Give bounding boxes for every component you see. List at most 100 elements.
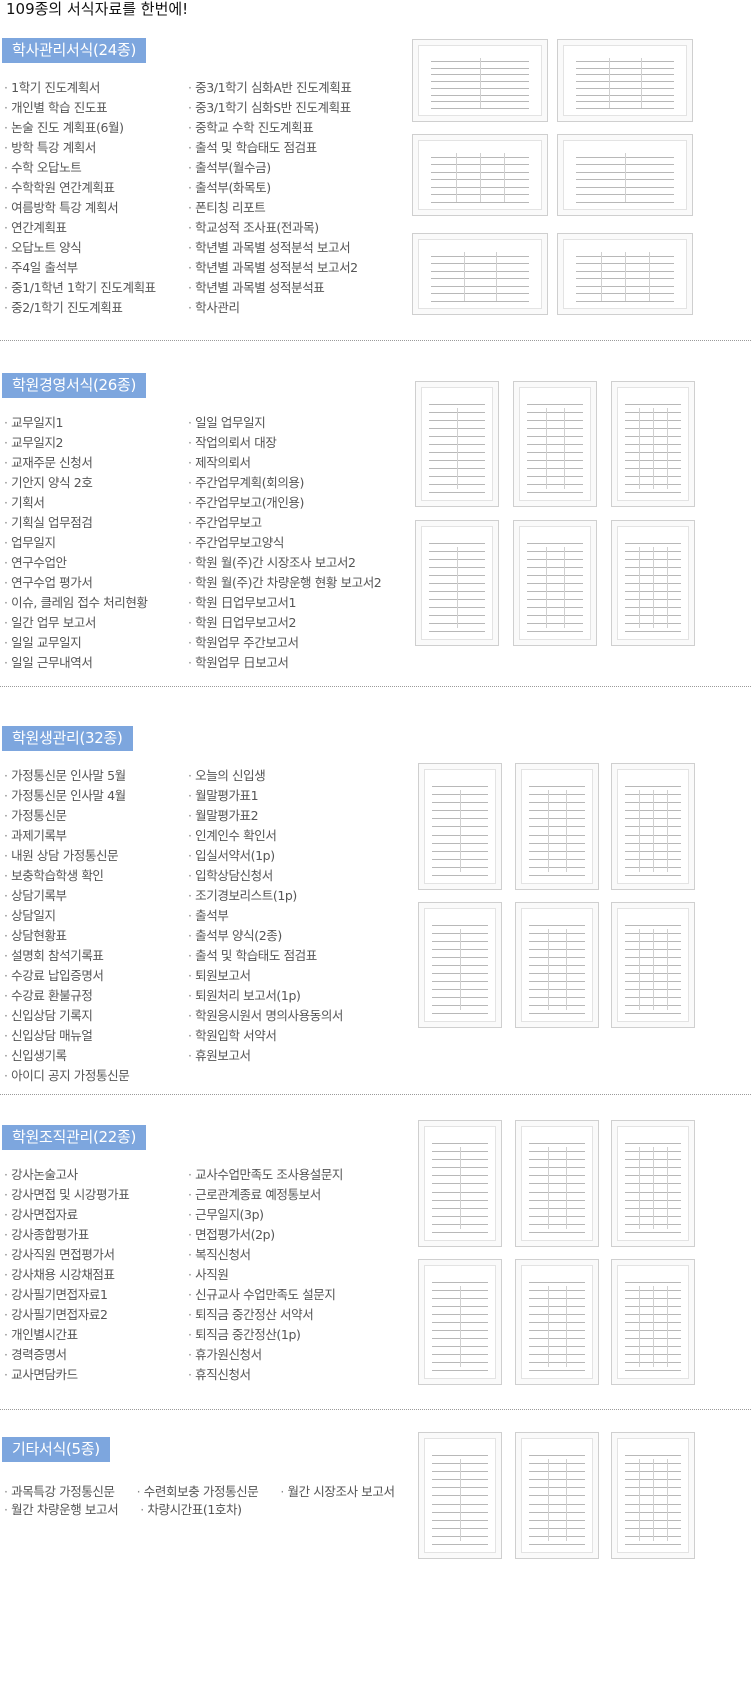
form-list-item[interactable]: 출석부 양식(2종) <box>188 926 343 946</box>
form-list-item[interactable]: 학원입학 서약서 <box>188 1026 343 1046</box>
form-list-item[interactable]: 사직원 <box>188 1265 343 1285</box>
form-list-item[interactable]: 출석부 <box>188 906 343 926</box>
form-list-item[interactable]: 주간업무보고(개인용) <box>188 493 381 513</box>
form-list-item[interactable]: 일간 업무 보고서 <box>4 613 148 633</box>
preview-thumbnail[interactable] <box>515 763 599 890</box>
form-list-item[interactable]: 주간업무보고 <box>188 513 381 533</box>
form-list-item[interactable]: 교재주문 신청서 <box>4 453 148 473</box>
form-list-item[interactable]: 주간업무보고양식 <box>188 533 381 553</box>
preview-thumbnail[interactable] <box>557 39 693 122</box>
form-list-item[interactable]: 중3/1학기 심화A반 진도계획표 <box>188 78 358 98</box>
preview-thumbnail[interactable] <box>513 520 597 646</box>
preview-thumbnail[interactable] <box>412 233 548 315</box>
preview-thumbnail[interactable] <box>415 381 499 507</box>
form-list-item[interactable]: 기획실 업무점검 <box>4 513 148 533</box>
form-list-item[interactable]: 개인별 학습 진도표 <box>4 98 156 118</box>
form-list-item[interactable]: 강사직원 면접평가서 <box>4 1245 129 1265</box>
form-list-item[interactable]: 휴원보고서 <box>188 1046 343 1066</box>
form-list-item[interactable]: 출석 및 학습태도 점검표 <box>188 138 358 158</box>
preview-thumbnail[interactable] <box>418 1120 502 1247</box>
form-list-item[interactable]: 업무일지 <box>4 533 148 553</box>
form-list-item[interactable]: 월간 차량운행 보고서 <box>4 1500 118 1520</box>
form-list-item[interactable]: 월말평가표1 <box>188 786 343 806</box>
form-list-item[interactable]: 월말평가표2 <box>188 806 343 826</box>
form-list-item[interactable]: 보충학습학생 확인 <box>4 866 129 886</box>
form-list-item[interactable]: 출석 및 학습태도 점검표 <box>188 946 343 966</box>
preview-thumbnail[interactable] <box>611 381 695 507</box>
form-list-item[interactable]: 휴직신청서 <box>188 1365 343 1385</box>
form-list-item[interactable]: 퇴원처리 보고서(1p) <box>188 986 343 1006</box>
form-list-item[interactable]: 작업의뢰서 대장 <box>188 433 381 453</box>
form-list-item[interactable]: 교무일지2 <box>4 433 148 453</box>
form-list-item[interactable]: 수강료 환불규정 <box>4 986 129 1006</box>
form-list-item[interactable]: 기안지 양식 2호 <box>4 473 148 493</box>
form-list-item[interactable]: 내원 상담 가정통신문 <box>4 846 129 866</box>
preview-thumbnail[interactable] <box>611 520 695 646</box>
form-list-item[interactable]: 강사필기면접자료2 <box>4 1305 129 1325</box>
form-list-item[interactable]: 학년별 과목별 성적분석 보고서 <box>188 238 358 258</box>
form-list-item[interactable]: 이슈, 클레임 접수 처리현황 <box>4 593 148 613</box>
form-list-item[interactable]: 제작의뢰서 <box>188 453 381 473</box>
form-list-item[interactable]: 교무일지1 <box>4 413 148 433</box>
form-list-item[interactable]: 주4일 출석부 <box>4 258 156 278</box>
form-list-item[interactable]: 학원 日업무보고서2 <box>188 613 381 633</box>
form-list-item[interactable]: 상담현황표 <box>4 926 129 946</box>
form-list-item[interactable]: 수학 오답노트 <box>4 158 156 178</box>
form-list-item[interactable]: 연간계획표 <box>4 218 156 238</box>
form-list-item[interactable]: 개인별시간표 <box>4 1325 129 1345</box>
preview-thumbnail[interactable] <box>611 1432 695 1559</box>
form-list-item[interactable]: 출석부(월수금) <box>188 158 358 178</box>
form-list-item[interactable]: 근로관계종료 예정통보서 <box>188 1185 343 1205</box>
preview-thumbnail[interactable] <box>611 902 695 1028</box>
form-list-item[interactable]: 오답노트 양식 <box>4 238 156 258</box>
form-list-item[interactable]: 면접평가서(2p) <box>188 1225 343 1245</box>
form-list-item[interactable]: 학원업무 주간보고서 <box>188 633 381 653</box>
form-list-item[interactable]: 강사채용 시강채점표 <box>4 1265 129 1285</box>
preview-thumbnail[interactable] <box>418 1432 502 1559</box>
form-list-item[interactable]: 월간 시장조사 보고서 <box>280 1482 395 1502</box>
form-list-item[interactable]: 학교성적 조사표(전과목) <box>188 218 358 238</box>
preview-thumbnail[interactable] <box>412 39 548 122</box>
form-list-item[interactable]: 여름방학 특강 계획서 <box>4 198 156 218</box>
form-list-item[interactable]: 강사종합평가표 <box>4 1225 129 1245</box>
form-list-item[interactable]: 주간업무계획(회의용) <box>188 473 381 493</box>
preview-thumbnail[interactable] <box>418 902 502 1028</box>
form-list-item[interactable]: 연구수업 평가서 <box>4 573 148 593</box>
preview-thumbnail[interactable] <box>611 1120 695 1247</box>
form-list-item[interactable]: 신입상담 매뉴얼 <box>4 1026 129 1046</box>
preview-thumbnail[interactable] <box>515 902 599 1028</box>
form-list-item[interactable]: 기획서 <box>4 493 148 513</box>
form-list-item[interactable]: 입실서약서(1p) <box>188 846 343 866</box>
form-list-item[interactable]: 근무일지(3p) <box>188 1205 343 1225</box>
preview-thumbnail[interactable] <box>513 381 597 507</box>
form-list-item[interactable]: 수강료 납입증명서 <box>4 966 129 986</box>
form-list-item[interactable]: 가정통신문 인사말 4월 <box>4 786 129 806</box>
form-list-item[interactable]: 일일 교무일지 <box>4 633 148 653</box>
form-list-item[interactable]: 과제기록부 <box>4 826 129 846</box>
form-list-item[interactable]: 중학교 수학 진도계획표 <box>188 118 358 138</box>
preview-thumbnail[interactable] <box>611 1259 695 1385</box>
form-list-item[interactable]: 아이디 공지 가정통신문 <box>4 1066 130 1086</box>
form-list-item[interactable]: 가정통신문 <box>4 806 129 826</box>
form-list-item[interactable]: 연구수업안 <box>4 553 148 573</box>
form-list-item[interactable]: 학원 월(주)간 시장조사 보고서2 <box>188 553 381 573</box>
form-list-item[interactable]: 폰티칭 리포트 <box>188 198 358 218</box>
form-list-item[interactable]: 퇴직금 중간정산 서약서 <box>188 1305 343 1325</box>
preview-thumbnail[interactable] <box>418 763 502 890</box>
form-list-item[interactable]: 상담일지 <box>4 906 129 926</box>
form-list-item[interactable]: 학원업무 日보고서 <box>188 653 381 673</box>
form-list-item[interactable]: 강사면접 및 시강평가표 <box>4 1185 130 1205</box>
preview-thumbnail[interactable] <box>611 763 695 890</box>
form-list-item[interactable]: 중1/1학년 1학기 진도계획표 <box>4 278 156 298</box>
form-list-item[interactable]: 인계인수 확인서 <box>188 826 343 846</box>
form-list-item[interactable]: 교사면담카드 <box>4 1365 129 1385</box>
form-list-item[interactable]: 학원 월(주)간 차량운행 현황 보고서2 <box>188 573 382 593</box>
form-list-item[interactable]: 퇴원보고서 <box>188 966 343 986</box>
form-list-item[interactable]: 학사관리 <box>188 298 358 318</box>
form-list-item[interactable]: 조기경보리스트(1p) <box>188 886 343 906</box>
form-list-item[interactable]: 학원응시원서 명의사용동의서 <box>188 1006 343 1026</box>
form-list-item[interactable]: 입학상담신청서 <box>188 866 343 886</box>
form-list-item[interactable]: 경력증명서 <box>4 1345 129 1365</box>
form-list-item[interactable]: 출석부(화목토) <box>188 178 358 198</box>
form-list-item[interactable]: 가정통신문 인사말 5월 <box>4 766 129 786</box>
